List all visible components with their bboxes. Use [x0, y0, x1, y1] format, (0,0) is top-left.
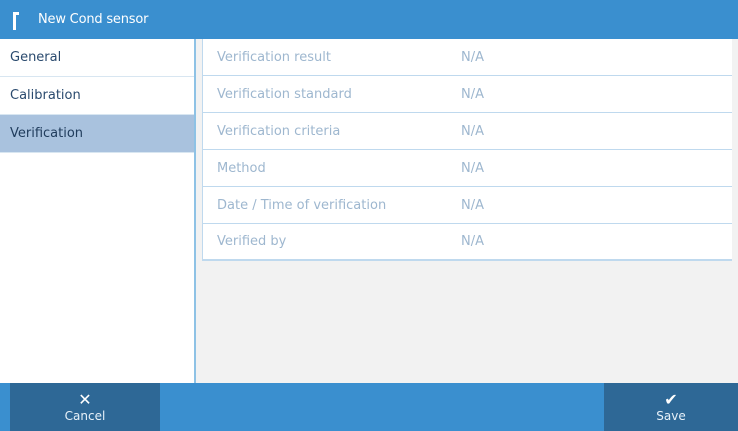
list-item: Verification standard N/A [202, 76, 732, 113]
sidebar-item-label: Calibration [10, 88, 81, 103]
list-item: Verification result N/A [202, 39, 732, 76]
method-value: N/A [461, 160, 484, 176]
verified-by-label: Verified by [217, 234, 287, 249]
header-bar: New Cond sensor [0, 0, 738, 39]
sidebar-item-calibration[interactable]: Calibration [0, 77, 194, 115]
sidebar: General Calibration Verification [0, 39, 196, 383]
cancel-label: Cancel [64, 408, 106, 423]
close-icon: ✕ [78, 389, 92, 409]
page-title: New Cond sensor [38, 12, 149, 27]
save-button[interactable]: ✔ Save [604, 383, 738, 431]
method-label: Method [217, 160, 266, 176]
sidebar-item-general[interactable]: General [0, 39, 194, 77]
verification-result-label: Verification result [217, 49, 331, 65]
save-label: Save [656, 408, 686, 423]
list-item: Method N/A [202, 150, 732, 187]
verification-datetime-label: Date / Time of verification [217, 197, 387, 213]
verification-standard-label: Verification standard [217, 86, 352, 102]
sidebar-item-label: General [10, 50, 62, 65]
sidebar-item-label: Verification [10, 126, 84, 141]
verified-by-value: N/A [461, 234, 484, 249]
sidebar-item-verification[interactable]: Verification [0, 115, 194, 153]
verification-result-value: N/A [461, 49, 484, 65]
verification-panel: Verification result N/A Verification sta… [196, 39, 738, 383]
list-item: Date / Time of verification N/A [202, 187, 732, 224]
verification-list: Verification result N/A Verification sta… [202, 39, 732, 261]
footer-bar: ✕ Cancel ✔ Save [0, 383, 738, 431]
cancel-button[interactable]: ✕ Cancel [10, 383, 160, 431]
verification-standard-value: N/A [461, 86, 484, 102]
sensor-icon [10, 10, 20, 30]
verification-datetime-value: N/A [461, 197, 484, 213]
list-item: Verified by N/A [202, 224, 732, 261]
verification-criteria-value: N/A [461, 123, 484, 139]
list-item: Verification criteria N/A [202, 113, 732, 150]
verification-criteria-label: Verification criteria [217, 123, 341, 139]
checkmark-icon: ✔ [664, 389, 678, 409]
